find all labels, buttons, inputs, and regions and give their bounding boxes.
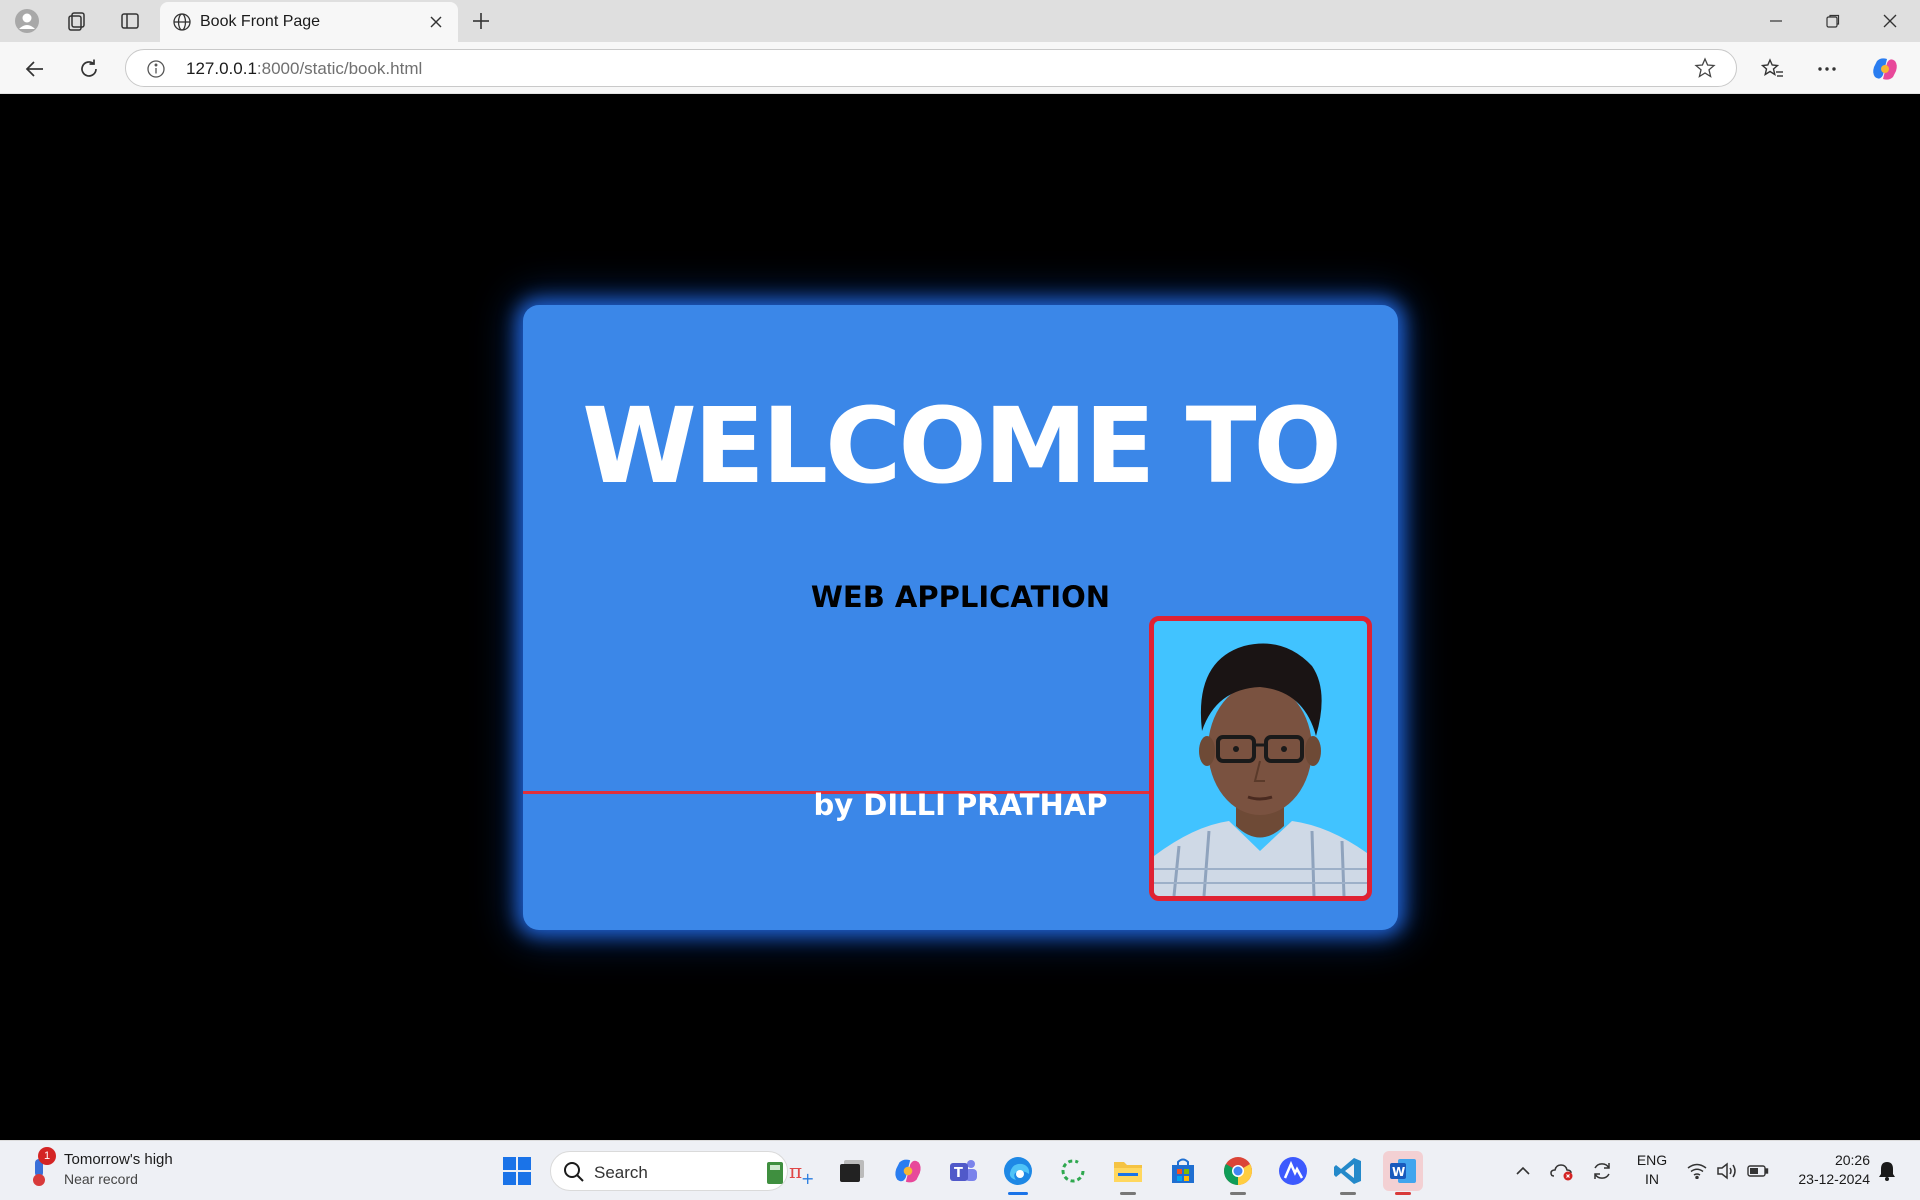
back-button[interactable] <box>18 52 52 86</box>
sync-icon[interactable] <box>1590 1155 1614 1187</box>
search-label: Search <box>594 1163 648 1182</box>
url-text: 127.0.0.1:8000/static/book.html <box>186 59 423 78</box>
running-indicator <box>1120 1192 1136 1195</box>
address-bar[interactable]: 127.0.0.1:8000/static/book.html <box>125 49 1737 87</box>
page-viewport: WELCOME TO WEB APPLICATION by DILLI PRAT… <box>0 94 1920 1140</box>
running-indicator <box>1230 1192 1246 1195</box>
refresh-button[interactable] <box>72 52 106 86</box>
weather-title: Tomorrow's high <box>64 1151 173 1168</box>
wifi-icon[interactable] <box>1686 1155 1708 1187</box>
globe-icon <box>172 12 192 37</box>
more-menu-icon[interactable] <box>1810 52 1844 86</box>
volume-icon[interactable] <box>1716 1155 1738 1187</box>
site-info-icon[interactable] <box>146 59 166 84</box>
restore-button[interactable] <box>1805 0 1861 42</box>
tab-bar: Book Front Page <box>0 0 1920 42</box>
minimize-button[interactable] <box>1748 0 1804 42</box>
vscode-icon[interactable] <box>1328 1151 1368 1195</box>
dev-app-icon[interactable] <box>1273 1151 1313 1191</box>
vertical-tabs-icon[interactable] <box>115 6 145 36</box>
weather-widget[interactable]: 1 Tomorrow's high Near record <box>26 1147 196 1193</box>
edge-icon[interactable] <box>998 1151 1038 1195</box>
running-indicator <box>1340 1192 1356 1195</box>
profile-icon[interactable] <box>12 6 42 36</box>
clock[interactable]: 20:26 23-12-2024 <box>1780 1151 1870 1189</box>
sync-app-icon[interactable] <box>1053 1151 1093 1191</box>
weather-subtitle: Near record <box>64 1171 138 1187</box>
running-indicator <box>1395 1192 1411 1195</box>
chrome-icon[interactable] <box>1218 1151 1258 1195</box>
svg-text:W: W <box>1392 1165 1405 1179</box>
book-cover-card: WELCOME TO WEB APPLICATION by DILLI PRAT… <box>523 305 1398 930</box>
calculator-icon: π + <box>761 1156 815 1193</box>
copilot-icon[interactable] <box>1868 52 1902 86</box>
notification-bell-icon[interactable] <box>1875 1155 1899 1187</box>
word-icon[interactable]: W <box>1383 1151 1423 1195</box>
workspaces-icon[interactable] <box>62 6 92 36</box>
close-tab-icon[interactable] <box>424 10 448 34</box>
svg-text:+: + <box>801 1169 814 1188</box>
teams-icon[interactable]: T <box>943 1151 983 1191</box>
battery-icon[interactable] <box>1746 1155 1770 1187</box>
subtitle: WEB APPLICATION <box>810 580 1111 614</box>
language-indicator[interactable]: ENG IN <box>1632 1151 1672 1189</box>
clock-time: 20:26 <box>1834 1152 1870 1168</box>
file-explorer-icon[interactable] <box>1108 1151 1148 1195</box>
onedrive-error-icon[interactable] <box>1550 1155 1574 1187</box>
new-tab-button[interactable] <box>466 6 496 36</box>
copilot-app-icon[interactable] <box>888 1151 928 1191</box>
search-icon <box>563 1161 585 1188</box>
svg-text:T: T <box>954 1166 963 1181</box>
favorites-icon[interactable] <box>1756 52 1790 86</box>
clock-date: 23-12-2024 <box>1798 1171 1870 1187</box>
favorite-star-icon[interactable] <box>1694 57 1716 84</box>
taskbar-search[interactable]: Search π + <box>550 1151 814 1191</box>
task-view-icon[interactable] <box>832 1151 872 1191</box>
store-icon[interactable] <box>1163 1151 1203 1191</box>
address-toolbar: 127.0.0.1:8000/static/book.html <box>0 42 1920 94</box>
chevron-up-icon[interactable] <box>1513 1155 1533 1187</box>
author-photo <box>1149 616 1372 901</box>
welcome-heading: WELCOME TO <box>582 385 1342 507</box>
active-indicator <box>1008 1192 1028 1195</box>
weather-badge: 1 <box>38 1147 56 1165</box>
close-window-button[interactable] <box>1862 0 1918 42</box>
active-tab[interactable]: Book Front Page <box>160 2 458 42</box>
taskbar: 1 Tomorrow's high Near record Search π + … <box>0 1140 1920 1200</box>
tab-title: Book Front Page <box>200 13 321 30</box>
start-icon[interactable] <box>497 1151 537 1191</box>
